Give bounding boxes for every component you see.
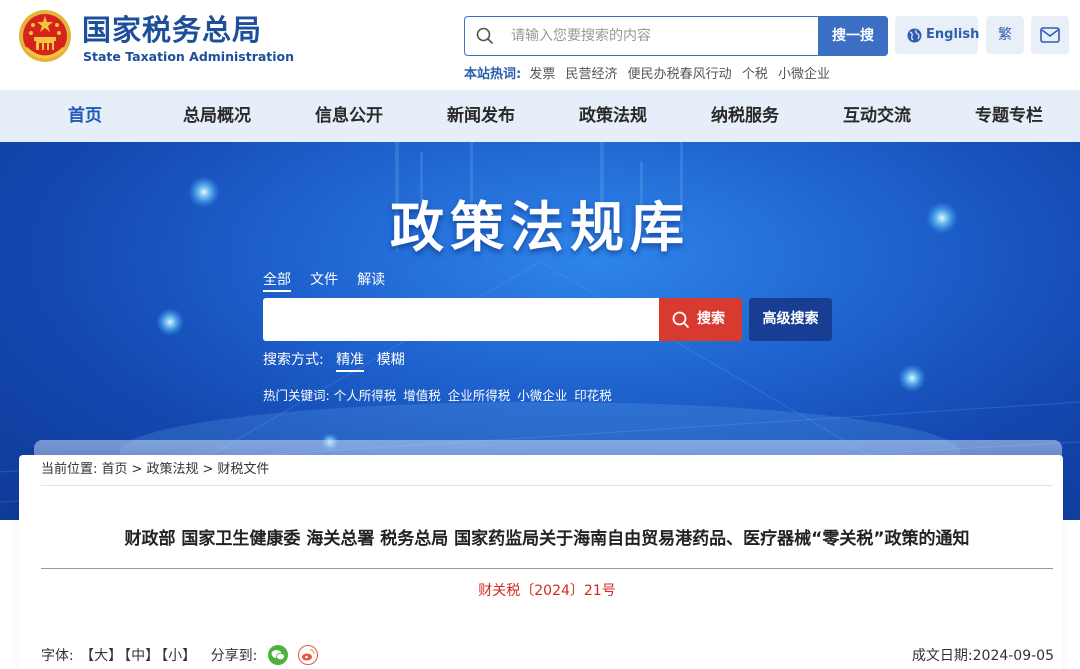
nav-item-home[interactable]: 首页 <box>19 90 151 142</box>
document-date: 成文日期:2024-09-05 <box>912 645 1054 667</box>
hot-word-link[interactable]: 民营经济 <box>566 67 618 82</box>
site-logo-text[interactable]: 国家税务总局 <box>82 12 262 48</box>
site-search-button[interactable]: 搜一搜 <box>818 16 888 56</box>
advanced-search-button[interactable]: 高级搜索 <box>749 298 832 341</box>
search-mode-fuzzy[interactable]: 模糊 <box>377 350 405 370</box>
breadcrumb-separator: > <box>202 462 214 477</box>
keyword-link[interactable]: 增值税 <box>403 388 441 403</box>
nav-item-news[interactable]: 新闻发布 <box>415 90 547 142</box>
search-mode-selector: 搜索方式: 精准 模糊 <box>263 350 405 372</box>
nav-item-tax-service[interactable]: 纳税服务 <box>679 90 811 142</box>
weibo-share-icon[interactable] <box>298 645 319 665</box>
hot-keywords: 热门关键词: 个人所得税 增值税 企业所得税 小微企业 印花税 <box>263 387 615 405</box>
font-size-controls: 字体: 【大】 【中】 【小】 分享到: <box>41 645 319 667</box>
search-icon <box>672 311 690 329</box>
date-label: 成文日期: <box>911 648 973 664</box>
breadcrumb-label: 当前位置: <box>41 462 98 477</box>
hot-words-bar: 本站热词: 发票 民营经济 便民办税春风行动 个税 小微企业 <box>464 66 836 84</box>
tab-all[interactable]: 全部 <box>263 270 291 292</box>
title-divider <box>41 568 1053 569</box>
search-icon <box>476 27 494 45</box>
share-label: 分享到: <box>210 648 258 664</box>
site-header: 国家税务总局 State Taxation Administration 搜一搜… <box>0 0 1080 90</box>
hot-word-link[interactable]: 小微企业 <box>778 67 830 82</box>
tab-documents[interactable]: 文件 <box>310 270 338 290</box>
policy-search-button[interactable]: 搜索 <box>659 298 742 341</box>
hot-word-link[interactable]: 便民办税春风行动 <box>628 67 732 82</box>
english-label: English <box>926 27 980 42</box>
font-size-large-button[interactable]: 【大】 <box>80 648 122 664</box>
hot-word-link[interactable]: 个税 <box>742 67 768 82</box>
english-version-button[interactable]: English <box>895 16 980 54</box>
font-size-medium-button[interactable]: 【中】 <box>124 648 159 664</box>
nav-item-information[interactable]: 信息公开 <box>283 90 415 142</box>
hot-word-link[interactable]: 发票 <box>529 67 555 82</box>
site-search-box: 搜一搜 <box>464 16 888 56</box>
hot-keywords-label: 热门关键词: <box>263 388 330 403</box>
mail-icon <box>1040 27 1060 43</box>
document-title: 财政部 国家卫生健康委 海关总署 税务总局 国家药监局关于海南自由贸易港药品、医… <box>124 529 970 549</box>
date-value: 2024-09-05 <box>972 648 1054 664</box>
mail-button[interactable] <box>1031 16 1069 54</box>
banner-title: 政策法规库 <box>390 195 690 259</box>
nav-item-interaction[interactable]: 互动交流 <box>811 90 943 142</box>
hot-words-label: 本站热词: <box>464 67 522 82</box>
document-card: 当前位置: 首页 > 政策法规 > 财税文件 财政部 国家卫生健康委 海关总署 税务总局… <box>19 455 1063 669</box>
font-size-label: 字体: <box>41 648 74 664</box>
breadcrumb: 当前位置: 首页 > 政策法规 > 财税文件 <box>41 461 269 479</box>
search-mode-label: 搜索方式: <box>263 352 324 368</box>
wechat-share-icon[interactable] <box>267 645 288 665</box>
keyword-link[interactable]: 企业所得税 <box>448 388 511 403</box>
keyword-link[interactable]: 小微企业 <box>517 388 567 403</box>
breadcrumb-home[interactable]: 首页 <box>102 462 128 477</box>
font-size-small-button[interactable]: 【小】 <box>161 648 196 664</box>
national-emblem-icon[interactable] <box>18 8 72 64</box>
globe-icon <box>907 28 922 43</box>
traditional-chinese-button[interactable]: 繁 <box>986 16 1024 54</box>
nav-item-topics[interactable]: 专题专栏 <box>943 90 1075 142</box>
tab-interpretation[interactable]: 解读 <box>357 270 385 290</box>
search-button-label: 搜索 <box>697 311 725 327</box>
breadcrumb-separator: > <box>131 462 143 477</box>
keyword-link[interactable]: 印花税 <box>574 388 612 403</box>
nav-item-policy[interactable]: 政策法规 <box>547 90 679 142</box>
breadcrumb-fiscal-docs[interactable]: 财税文件 <box>217 462 269 477</box>
breadcrumb-divider <box>41 485 1053 486</box>
breadcrumb-policy[interactable]: 政策法规 <box>146 462 198 477</box>
search-mode-exact[interactable]: 精准 <box>336 350 365 372</box>
site-search-input[interactable] <box>511 17 811 55</box>
site-logo-english[interactable]: State Taxation Administration <box>83 50 294 64</box>
policy-search-input[interactable] <box>263 298 659 341</box>
keyword-link[interactable]: 个人所得税 <box>334 388 397 403</box>
document-number: 财关税〔2024〕21号 <box>478 583 616 599</box>
banner-search-tabs: 全部 文件 解读 <box>263 269 399 292</box>
nav-item-overview[interactable]: 总局概况 <box>151 90 283 142</box>
main-navigation: 首页 总局概况 信息公开 新闻发布 政策法规 纳税服务 互动交流 专题专栏 <box>0 90 1080 142</box>
